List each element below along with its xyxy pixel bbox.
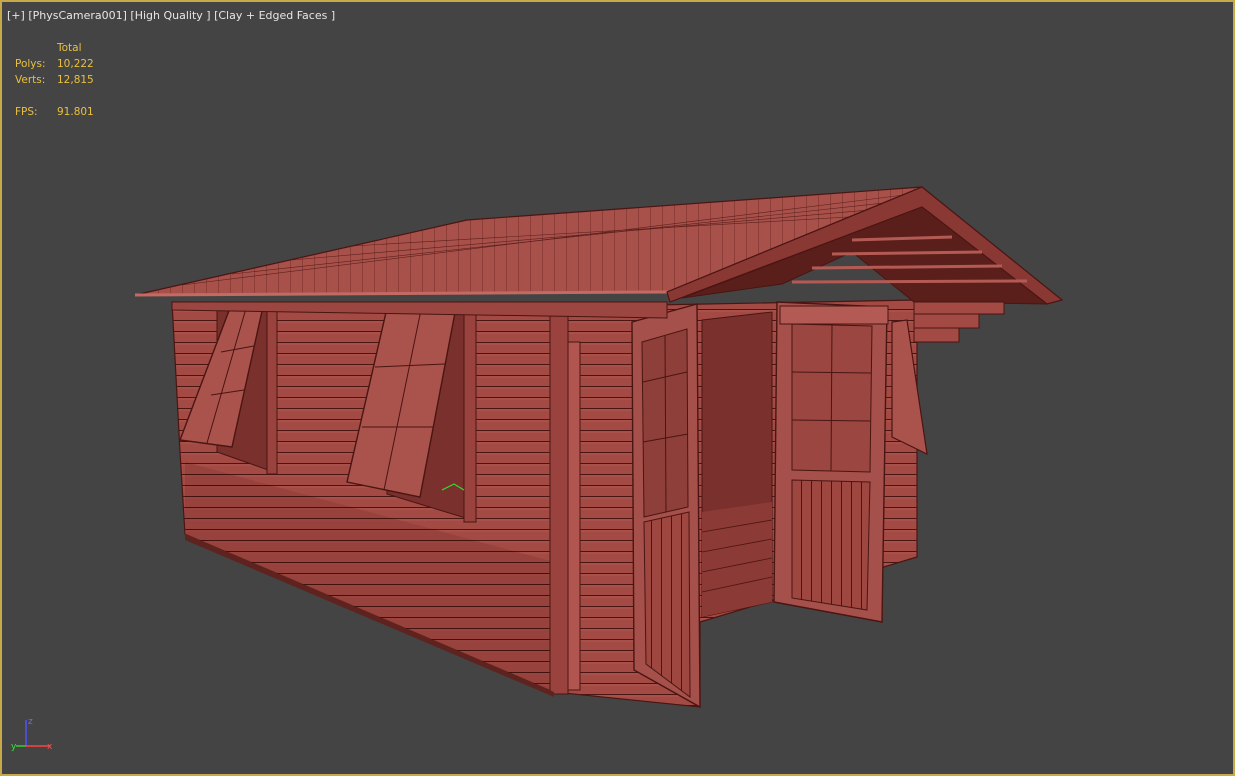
axis-y-label: y: [11, 742, 17, 752]
cabin-model[interactable]: [2, 2, 1233, 774]
axis-z-label: z: [28, 717, 33, 727]
axis-gizmo: z x y: [11, 717, 53, 752]
corner-post: [549, 301, 569, 695]
perspective-viewport[interactable]: [+] [PhysCamera001] [High Quality ] [Cla…: [0, 0, 1235, 776]
axis-x-label: x: [47, 742, 53, 752]
